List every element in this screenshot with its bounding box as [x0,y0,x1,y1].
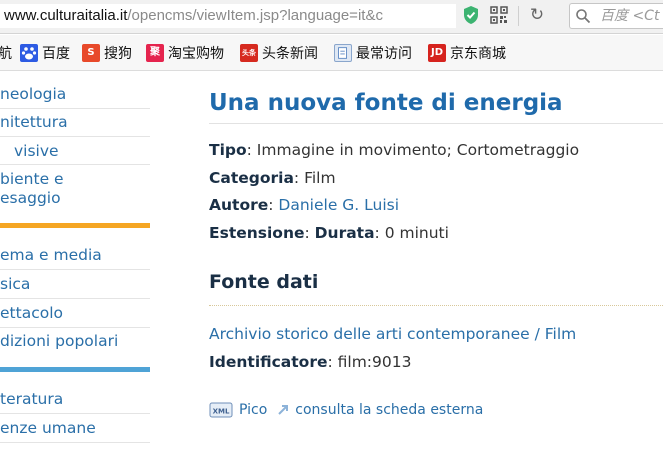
external-link-icon[interactable] [275,402,291,418]
bookmark-label: 淘宝购物 [168,46,224,62]
bookmark-label: 航 [0,46,12,62]
nav-divider [0,269,150,270]
url-field[interactable]: www.culturaitalia.it/opencms/viewItem.js… [0,4,456,28]
section-title: Fonte dati [209,271,319,293]
nav-divider [0,327,150,328]
nav-divider [0,108,150,109]
nav-divider [0,442,150,443]
svg-text:XML: XML [213,408,230,416]
nav-item-architettura[interactable]: nitettura [0,113,150,132]
field-value: Film [304,169,336,187]
field-label: Autore [209,196,269,214]
section-divider [209,305,663,306]
field-value: film:9013 [337,353,412,371]
bookmark-label: 头条新闻 [262,46,318,62]
field-label: Durata [314,224,375,242]
url-path: /opencms/viewItem.jsp?language=it&c [127,7,383,24]
search-input[interactable]: 百度 <Ct [569,3,663,29]
field-identificatore: Identificatore: film:9013 [209,353,412,371]
field-autore: Autore: Daniele G. Luisi [209,196,400,214]
field-categoria: Categoria: Film [209,169,336,187]
field-label: Categoria [209,169,294,187]
jd-icon: JD [428,44,446,62]
bookmark-item-taobao[interactable]: 聚 淘宝购物 [146,43,224,63]
nav-item-tradizioni-popolari[interactable]: dizioni popolari [0,332,150,351]
toutiao-icon: 头条 [240,44,258,62]
shield-icon[interactable] [462,5,480,25]
bookmark-label: 最常访问 [356,46,412,62]
bookmark-page-icon [334,44,352,62]
bookmark-item-toutiao[interactable]: 头条 头条新闻 [240,43,318,63]
field-value: Immagine in movimento; Cortometraggio [256,141,580,159]
title-divider [209,123,663,124]
nav-item-ambiente-paesaggio[interactable]: biente e esaggio [0,170,150,208]
nav-divider [0,136,150,137]
qr-code-icon[interactable] [490,6,508,24]
field-tipo: Tipo: Immagine in movimento; Cortometrag… [209,141,580,159]
baidu-paw-icon [20,44,38,62]
sogou-icon: S [82,44,100,62]
nav-item-spettacolo[interactable]: ettacolo [0,304,150,323]
page-title: Una nuova fonte di energia [209,90,563,116]
nav-divider [0,298,150,299]
bookmark-item-jd[interactable]: JD 京东商城 [428,43,506,63]
nav-accent-orange [0,223,150,228]
bookmark-item-sogou[interactable]: S 搜狗 [82,43,132,63]
browser-toolbar: www.culturaitalia.it/opencms/viewItem.js… [0,0,663,34]
external-record-link[interactable]: consulta la scheda esterna [295,402,483,418]
bookmark-label: 搜狗 [104,46,132,62]
xml-file-icon[interactable]: XML [209,401,235,419]
search-placeholder: 百度 <Ct [600,8,660,24]
bookmark-item-baidu[interactable]: 百度 [20,43,70,63]
nav-item-scienze-umane[interactable]: enze umane [0,419,150,438]
field-label: Identificatore [209,353,328,371]
nav-item-cinema-media[interactable]: ema e media [0,246,150,265]
bookmark-label: 百度 [42,46,70,62]
search-icon [576,9,591,24]
bookmark-item[interactable]: 航 [0,43,12,63]
reload-icon[interactable]: ↻ [528,6,546,24]
bookmark-item-most-visited[interactable]: 最常访问 [334,43,412,63]
nav-accent-blue [0,367,150,372]
nav-divider [0,164,150,165]
author-link[interactable]: Daniele G. Luisi [278,196,399,214]
left-nav: neologia nitettura visive biente e esagg… [0,72,150,451]
field-label: Tipo [209,141,247,159]
taobao-icon: 聚 [146,44,164,62]
bookmarks-bar: 航 百度 S 搜狗 聚 淘宝购物 头条 头条新闻 最常访问 JD 京东商城 [0,35,663,71]
url-host: www.culturaitalia.it [4,7,128,24]
field-value: 0 minuti [384,224,449,242]
nav-item-musica[interactable]: sica [0,275,150,294]
field-label: Estensione [209,224,305,242]
pico-link[interactable]: Pico [239,402,267,418]
nav-item-letteratura[interactable]: teratura [0,390,150,409]
toolbar-separator [518,6,519,26]
bookmark-label: 京东商城 [450,46,506,62]
nav-divider [0,413,150,414]
field-estensione: Estensione: Durata: 0 minuti [209,224,449,242]
record-links: XML Pico consulta la scheda esterna [209,400,483,420]
source-link[interactable]: Archivio storico delle arti contemporane… [209,325,576,343]
nav-item-arti-visive[interactable]: visive [14,142,164,161]
nav-item-tecnologia[interactable]: neologia [0,85,150,104]
